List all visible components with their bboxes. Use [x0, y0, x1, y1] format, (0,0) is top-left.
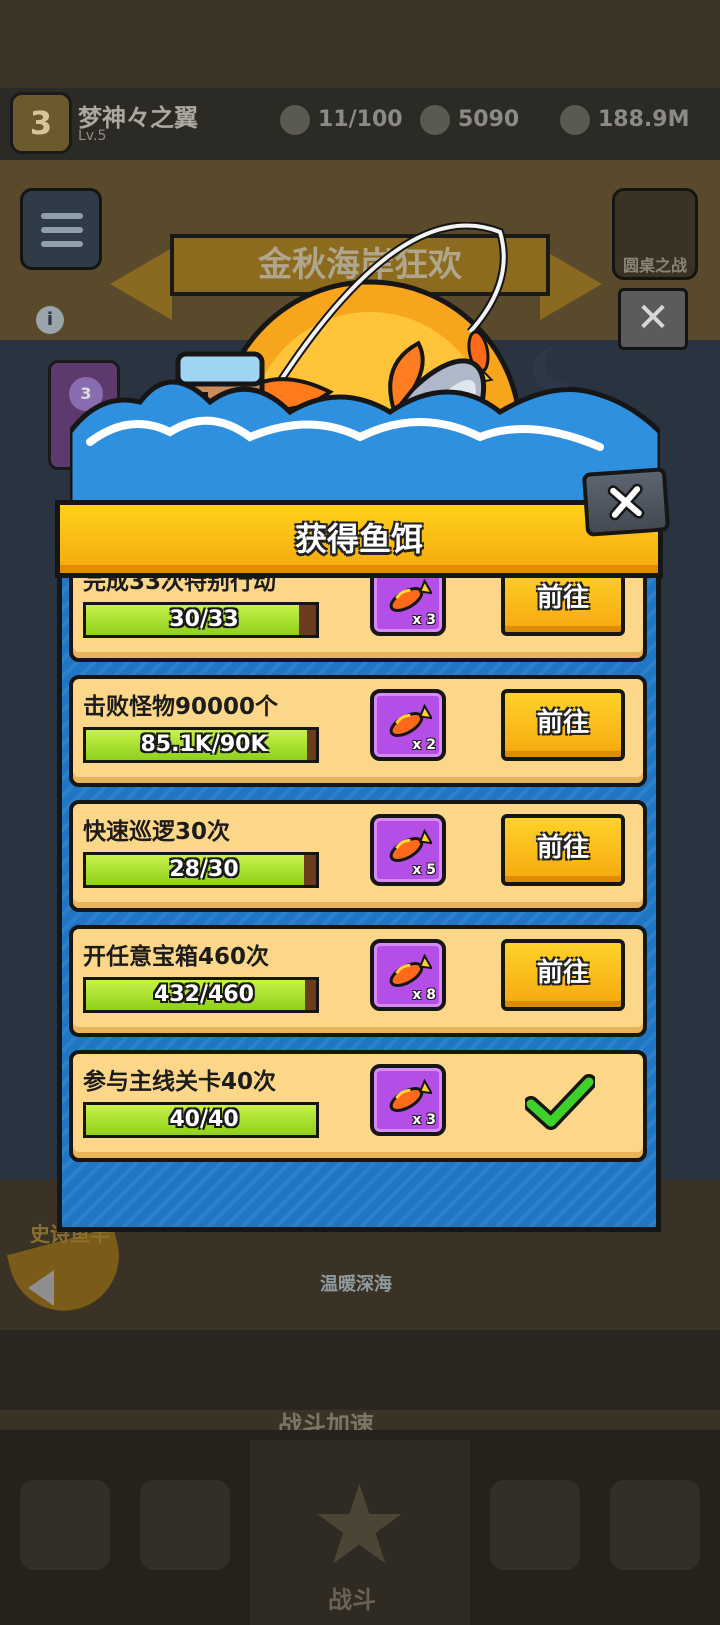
- checkmark-icon: [525, 1074, 595, 1130]
- info-icon[interactable]: i: [36, 306, 64, 334]
- task-card: 击败怪物90000个 85.1K/90K x 2 前往: [69, 675, 647, 787]
- task-card: 快速巡逻30次 28/30 x 5 前往: [69, 800, 647, 912]
- gem-icon: [420, 105, 450, 135]
- progress-bar: 30/33: [83, 602, 319, 638]
- reward-count: x 2: [412, 737, 436, 753]
- nav-slot-2[interactable]: [140, 1480, 230, 1570]
- go-button[interactable]: 前往: [501, 689, 625, 761]
- reward-count: x 3: [412, 1112, 436, 1128]
- player-sublevel: Lv.5: [78, 128, 107, 144]
- task-title: 开任意宝箱460次: [83, 944, 270, 970]
- sea-label: 温暖深海: [320, 1274, 392, 1295]
- nav-slot-4[interactable]: [490, 1480, 580, 1570]
- progress-text: 85.1K/90K: [140, 732, 268, 757]
- close-icon: [607, 483, 645, 521]
- reward-count: x 5: [412, 862, 436, 878]
- reward-count: x 8: [412, 987, 436, 1003]
- coin-resource: 188.9M: [560, 100, 689, 140]
- progress-text: 40/40: [169, 1107, 239, 1132]
- progress-bar: 40/40: [83, 1102, 319, 1138]
- dialog-header: 获得鱼饵: [55, 500, 663, 578]
- task-card: 开任意宝箱460次 432/460 x 8 前往: [69, 925, 647, 1037]
- coin-icon: [560, 105, 590, 135]
- close-button[interactable]: [581, 467, 671, 537]
- task-card: 参与主线关卡40次 40/40 x 3: [69, 1050, 647, 1162]
- gem-resource: 5090: [420, 100, 519, 140]
- go-button[interactable]: 前往: [501, 939, 625, 1011]
- bait-reward: x 3: [370, 1064, 446, 1136]
- nav-slot-1[interactable]: [20, 1480, 110, 1570]
- go-button[interactable]: 前往: [501, 814, 625, 886]
- bait-reward: x 8: [370, 939, 446, 1011]
- stamina-icon: [280, 105, 310, 135]
- progress-text: 28/30: [169, 857, 239, 882]
- bait-dialog: 完成33次特别行动 30/33 x 3 前往 击败怪物90000个 85.1K/…: [55, 467, 671, 1232]
- nav-battle-button[interactable]: ★ 战斗: [250, 1440, 470, 1625]
- bait-reward: x 5: [370, 814, 446, 886]
- player-level-badge[interactable]: 3: [10, 92, 72, 154]
- progress-bar: 432/460: [83, 977, 319, 1013]
- fishing-hero-illustration: [70, 222, 660, 512]
- nav-slot-5[interactable]: [610, 1480, 700, 1570]
- task-title: 快速巡逻30次: [83, 819, 231, 845]
- progress-text: 432/460: [154, 982, 254, 1007]
- progress-bar: 85.1K/90K: [83, 727, 319, 763]
- bait-reward: x 2: [370, 689, 446, 761]
- star-icon: ★: [310, 1461, 409, 1589]
- lower-panel: [0, 1330, 720, 1410]
- task-title: 参与主线关卡40次: [83, 1069, 277, 1095]
- progress-text: 30/33: [169, 607, 239, 632]
- back-arrow-icon[interactable]: [28, 1270, 54, 1306]
- stamina-resource: 11/100: [280, 100, 403, 140]
- dialog-title: 获得鱼饵: [294, 520, 423, 558]
- task-title: 击败怪物90000个: [83, 694, 279, 720]
- reward-count: x 3: [412, 612, 436, 628]
- progress-bar: 28/30: [83, 852, 319, 888]
